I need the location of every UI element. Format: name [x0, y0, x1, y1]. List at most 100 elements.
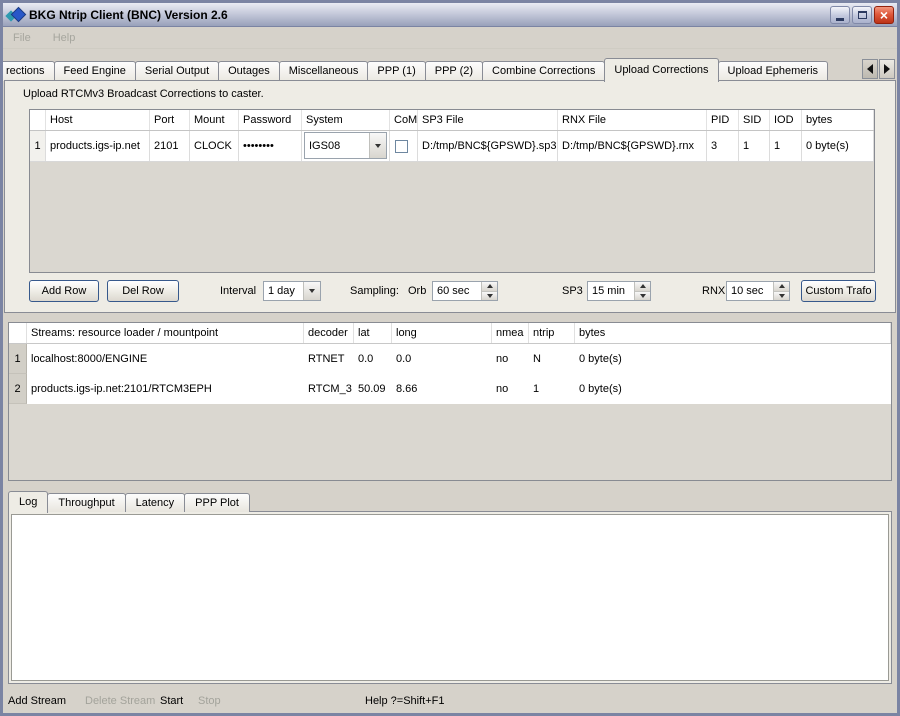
tab-ppp-plot[interactable]: PPP Plot: [184, 493, 250, 512]
tab-scroll-left-button[interactable]: [862, 59, 878, 79]
tab-log[interactable]: Log: [8, 491, 48, 513]
menu-file[interactable]: File: [13, 32, 31, 44]
tab-serial-output[interactable]: Serial Output: [135, 61, 219, 81]
upload-table-row: 1 products.igs-ip.net 2101 CLOCK •••••••…: [30, 131, 874, 162]
tab-scroll-right-button[interactable]: [879, 59, 895, 79]
tab-miscellaneous[interactable]: Miscellaneous: [279, 61, 369, 81]
tab-upload-corrections[interactable]: Upload Corrections: [604, 58, 718, 82]
sp3-spin-buttons: [634, 282, 650, 300]
tab-ppp-1[interactable]: PPP (1): [367, 61, 425, 81]
stream-row[interactable]: 2 products.igs-ip.net:2101/RTCM3EPH RTCM…: [9, 374, 891, 404]
system-combobox[interactable]: IGS08: [304, 132, 387, 159]
port-cell[interactable]: 2101: [150, 131, 190, 161]
corner-header: [9, 323, 27, 343]
spin-up-button[interactable]: [774, 282, 789, 292]
titlebar[interactable]: BKG Ntrip Client (BNC) Version 2.6 ×: [3, 3, 897, 27]
delete-stream-button[interactable]: Delete Stream: [85, 693, 155, 709]
row-number: 2: [9, 374, 27, 404]
mountpoint-cell: localhost:8000/ENGINE: [27, 344, 304, 374]
combo-dropdown-button[interactable]: [369, 133, 386, 158]
help-shortcut-label: Help ?=Shift+F1: [365, 693, 445, 709]
com-checkbox[interactable]: [395, 140, 408, 153]
decoder-cell: RTCM_3: [304, 374, 354, 404]
minimize-button[interactable]: [830, 6, 850, 24]
bottom-tabbar: Log Throughput Latency PPP Plot: [8, 490, 249, 512]
spin-down-button[interactable]: [635, 292, 650, 301]
corner-header: [30, 110, 46, 130]
nmea-cell: no: [492, 344, 529, 374]
col-system: System: [302, 110, 390, 130]
col-mountpoint: Streams: resource loader / mountpoint: [27, 323, 304, 343]
minimize-icon: [836, 18, 844, 21]
custom-trafo-button[interactable]: Custom Trafo: [801, 280, 876, 302]
tab-combine-corrections[interactable]: Combine Corrections: [482, 61, 605, 81]
col-bytes: bytes: [575, 323, 891, 343]
spin-down-button[interactable]: [482, 292, 497, 301]
rnx-file-cell[interactable]: D:/tmp/BNC${GPSWD}.rnx: [558, 131, 707, 161]
rnx-spinbox-value[interactable]: 10 sec: [727, 282, 773, 300]
add-stream-button[interactable]: Add Stream: [8, 693, 66, 709]
interval-dropdown-button[interactable]: [303, 282, 320, 300]
tab-upload-ephemeris[interactable]: Upload Ephemeris: [718, 61, 829, 81]
spin-up-button[interactable]: [482, 282, 497, 292]
iod-cell[interactable]: 1: [770, 131, 802, 161]
col-nmea: nmea: [492, 323, 529, 343]
log-output[interactable]: [11, 514, 889, 681]
arrow-down-icon: [640, 294, 646, 298]
tab-latency[interactable]: Latency: [125, 493, 186, 512]
mount-cell[interactable]: CLOCK: [190, 131, 239, 161]
bytes-cell: 0 byte(s): [575, 374, 891, 404]
tab-throughput[interactable]: Throughput: [47, 493, 125, 512]
interval-combobox[interactable]: 1 day: [263, 281, 321, 301]
col-iod: IOD: [770, 110, 802, 130]
rnx-spinbox: 10 sec: [726, 281, 790, 301]
col-ntrip: ntrip: [529, 323, 575, 343]
col-long: long: [392, 323, 492, 343]
col-com: CoM: [390, 110, 418, 130]
lat-cell: 50.09: [354, 374, 392, 404]
col-bytes: bytes: [802, 110, 874, 130]
tab-ppp-2[interactable]: PPP (2): [425, 61, 483, 81]
maximize-button[interactable]: [852, 6, 872, 24]
sp3-spinbox-value[interactable]: 15 min: [588, 282, 634, 300]
menu-help[interactable]: Help: [53, 32, 76, 44]
sp3-file-cell[interactable]: D:/tmp/BNC${GPSWD}.sp3: [418, 131, 558, 161]
log-pane: [8, 511, 892, 684]
mountpoint-cell: products.igs-ip.net:2101/RTCM3EPH: [27, 374, 304, 404]
col-sid: SID: [739, 110, 770, 130]
add-row-button[interactable]: Add Row: [29, 280, 99, 302]
col-rnx-file: RNX File: [558, 110, 707, 130]
spin-up-button[interactable]: [635, 282, 650, 292]
streams-table: Streams: resource loader / mountpoint de…: [8, 322, 892, 481]
tab-feed-engine[interactable]: Feed Engine: [54, 61, 136, 81]
close-button[interactable]: ×: [874, 6, 894, 24]
orb-spinbox: 60 sec: [432, 281, 498, 301]
interval-value: 1 day: [264, 285, 303, 297]
stop-button[interactable]: Stop: [198, 693, 221, 709]
tab-outages[interactable]: Outages: [218, 61, 280, 81]
tab-scroll-buttons: [862, 57, 897, 81]
chevron-down-icon: [309, 289, 315, 293]
sp3-label: SP3: [562, 283, 583, 299]
rnx-label: RNX: [702, 283, 725, 299]
col-sp3-file: SP3 File: [418, 110, 558, 130]
spin-down-button[interactable]: [774, 292, 789, 301]
start-button[interactable]: Start: [160, 693, 183, 709]
col-lat: lat: [354, 323, 392, 343]
del-row-button[interactable]: Del Row: [107, 280, 179, 302]
tab-broadcast-corrections[interactable]: rections: [3, 61, 55, 81]
arrow-left-icon: [867, 64, 873, 74]
col-password: Password: [239, 110, 302, 130]
orb-spinbox-value[interactable]: 60 sec: [433, 282, 481, 300]
pid-cell[interactable]: 3: [707, 131, 739, 161]
password-cell[interactable]: ••••••••: [239, 131, 302, 161]
orb-spin-buttons: [481, 282, 497, 300]
stream-row[interactable]: 1 localhost:8000/ENGINE RTNET 0.0 0.0 no…: [9, 344, 891, 374]
upload-corrections-pane: Upload RTCMv3 Broadcast Corrections to c…: [4, 80, 896, 313]
row-number: 1: [30, 131, 46, 161]
decoder-cell: RTNET: [304, 344, 354, 374]
long-cell: 0.0: [392, 344, 492, 374]
sid-cell[interactable]: 1: [739, 131, 770, 161]
host-cell[interactable]: products.igs-ip.net: [46, 131, 150, 161]
arrow-up-icon: [487, 284, 493, 288]
